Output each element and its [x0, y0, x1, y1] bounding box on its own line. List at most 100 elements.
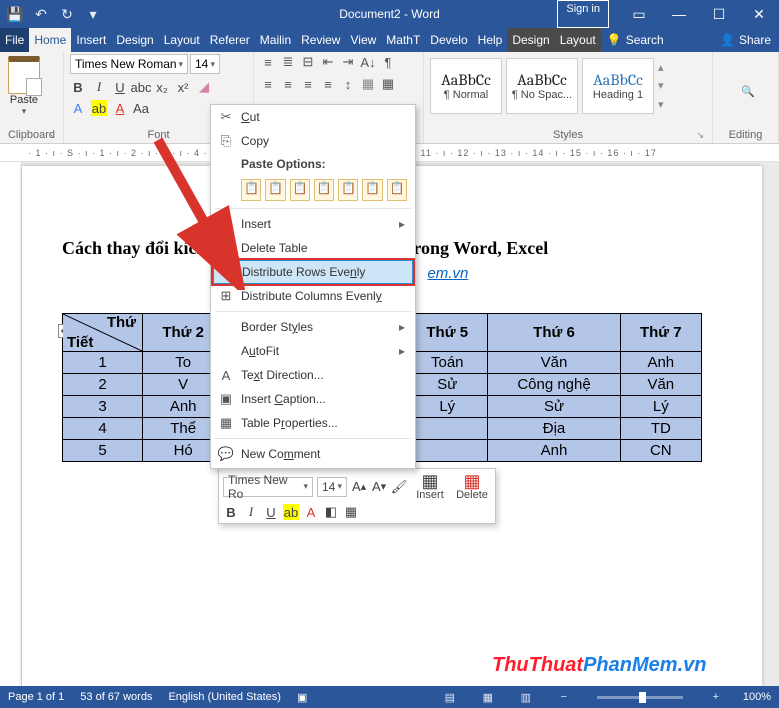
font-color-icon[interactable]: A: [112, 100, 128, 116]
font-name-combo[interactable]: Times New Roman▾: [70, 54, 188, 74]
find-icon[interactable]: 🔍: [741, 85, 755, 98]
paste-option-2[interactable]: [265, 179, 285, 201]
mini-insert-button[interactable]: ▦Insert: [411, 472, 449, 501]
align-left-icon[interactable]: ≡: [260, 76, 276, 92]
line-spacing-icon[interactable]: ↕: [340, 76, 356, 92]
tab-review[interactable]: Review: [296, 28, 345, 52]
menu-cut[interactable]: ✂Cut: [211, 105, 415, 129]
zoom-level[interactable]: 100%: [743, 691, 771, 703]
italic-button[interactable]: I: [91, 79, 107, 95]
tab-design[interactable]: Design: [111, 28, 158, 52]
mini-font-color-icon[interactable]: A: [303, 504, 319, 520]
underline-button[interactable]: U: [112, 79, 128, 95]
mini-highlight-icon[interactable]: ab: [283, 504, 299, 520]
menu-autofit[interactable]: AutoFit▸: [211, 339, 415, 363]
macro-icon[interactable]: ▣: [297, 691, 307, 704]
style-no-spacing[interactable]: AaBbCc¶ No Spac...: [506, 58, 578, 114]
tab-table-layout[interactable]: Layout: [555, 28, 601, 52]
align-center-icon[interactable]: ≡: [280, 76, 296, 92]
multilevel-list-icon[interactable]: ⊟: [300, 54, 316, 70]
read-mode-icon[interactable]: ▤: [439, 688, 461, 706]
undo-icon[interactable]: ↶: [30, 3, 52, 25]
grow-font-icon[interactable]: A▴: [351, 479, 367, 495]
sort-icon[interactable]: A↓: [360, 54, 376, 70]
redo-icon[interactable]: ↻: [56, 3, 78, 25]
styles-more-icon[interactable]: ▾: [658, 98, 672, 111]
shading-icon[interactable]: ▦: [360, 76, 376, 92]
mini-borders-icon[interactable]: ▦: [343, 504, 359, 520]
paste-option-5[interactable]: [338, 179, 358, 201]
style-heading1[interactable]: AaBbCcHeading 1: [582, 58, 654, 114]
tab-table-design[interactable]: Design: [507, 28, 554, 52]
tab-developer[interactable]: Develo: [425, 28, 472, 52]
decrease-indent-icon[interactable]: ⇤: [320, 54, 336, 70]
font-size-combo[interactable]: 14▾: [190, 54, 220, 74]
numbering-icon[interactable]: ≣: [280, 54, 296, 70]
mini-underline[interactable]: U: [263, 504, 279, 520]
mini-bold[interactable]: B: [223, 504, 239, 520]
share-button[interactable]: 👤 Share: [712, 28, 779, 52]
zoom-slider[interactable]: [597, 696, 683, 699]
menu-distribute-rows[interactable]: ⊟Distribute Rows Evenly: [213, 260, 413, 284]
tab-mathtype[interactable]: MathT: [381, 28, 425, 52]
zoom-out-icon[interactable]: −: [553, 688, 575, 706]
qat-dropdown-icon[interactable]: ▾: [82, 3, 104, 25]
close-icon[interactable]: ✕: [739, 0, 779, 28]
mini-delete-button[interactable]: ▦Delete: [453, 472, 491, 501]
paste-option-7[interactable]: [387, 179, 407, 201]
mini-italic[interactable]: I: [243, 504, 259, 520]
status-page[interactable]: Page 1 of 1: [8, 691, 64, 703]
menu-insert[interactable]: Insert▸: [211, 212, 415, 236]
paste-option-1[interactable]: [241, 179, 261, 201]
menu-text-direction[interactable]: AText Direction...: [211, 363, 415, 387]
borders-icon[interactable]: ▦: [380, 76, 396, 92]
menu-delete-table[interactable]: ▦Delete Table: [211, 236, 415, 260]
save-icon[interactable]: 💾: [4, 3, 26, 25]
tab-mailings[interactable]: Mailin: [255, 28, 296, 52]
clear-formatting-icon[interactable]: ◢: [196, 79, 212, 95]
paste-button[interactable]: Paste ▾: [6, 54, 42, 117]
styles-up-icon[interactable]: ▴: [658, 61, 672, 74]
tell-me-search[interactable]: 💡 Search: [601, 28, 670, 52]
tab-layout[interactable]: Layout: [159, 28, 205, 52]
change-case-icon[interactable]: Aa: [133, 100, 149, 116]
bullets-icon[interactable]: ≡: [260, 54, 276, 70]
mini-shading-icon[interactable]: ◧: [323, 504, 339, 520]
vertical-ruler[interactable]: [0, 162, 22, 686]
zoom-in-icon[interactable]: +: [705, 688, 727, 706]
menu-table-properties[interactable]: ▦Table Properties...: [211, 411, 415, 435]
clipboard-launcher-icon[interactable]: ↘: [47, 130, 55, 141]
paste-option-6[interactable]: [362, 179, 382, 201]
tab-file[interactable]: File: [0, 28, 29, 52]
tab-references[interactable]: Referer: [205, 28, 255, 52]
show-marks-icon[interactable]: ¶: [380, 54, 396, 70]
shrink-font-icon[interactable]: A▾: [371, 479, 387, 495]
sign-in-button[interactable]: Sign in: [557, 0, 609, 28]
status-language[interactable]: English (United States): [168, 691, 281, 703]
bold-button[interactable]: B: [70, 79, 86, 95]
justify-icon[interactable]: ≡: [320, 76, 336, 92]
tab-insert[interactable]: Insert: [71, 28, 111, 52]
style-normal[interactable]: AaBbCc¶ Normal: [430, 58, 502, 114]
minimize-icon[interactable]: —: [659, 0, 699, 28]
web-layout-icon[interactable]: ▥: [515, 688, 537, 706]
maximize-icon[interactable]: ☐: [699, 0, 739, 28]
subscript-button[interactable]: x₂: [154, 79, 170, 95]
text-effects-icon[interactable]: A: [70, 100, 86, 116]
styles-down-icon[interactable]: ▾: [658, 79, 672, 92]
status-words[interactable]: 53 of 67 words: [80, 691, 152, 703]
highlight-icon[interactable]: ab: [91, 100, 107, 116]
styles-launcher-icon[interactable]: ↘: [696, 130, 704, 141]
mini-font-combo[interactable]: Times New Ro▾: [223, 477, 313, 497]
menu-distribute-columns[interactable]: ⊞Distribute Columns Evenly: [211, 284, 415, 308]
align-right-icon[interactable]: ≡: [300, 76, 316, 92]
superscript-button[interactable]: x²: [175, 79, 191, 95]
ribbon-options-icon[interactable]: ▭: [619, 0, 659, 28]
strikethrough-button[interactable]: abc: [133, 79, 149, 95]
tab-home[interactable]: Home: [29, 28, 71, 52]
format-painter-icon[interactable]: 🖌: [391, 479, 407, 495]
paste-option-3[interactable]: [290, 179, 310, 201]
menu-border-styles[interactable]: Border Styles▸: [211, 315, 415, 339]
paste-option-4[interactable]: [314, 179, 334, 201]
mini-size-combo[interactable]: 14▾: [317, 477, 347, 497]
